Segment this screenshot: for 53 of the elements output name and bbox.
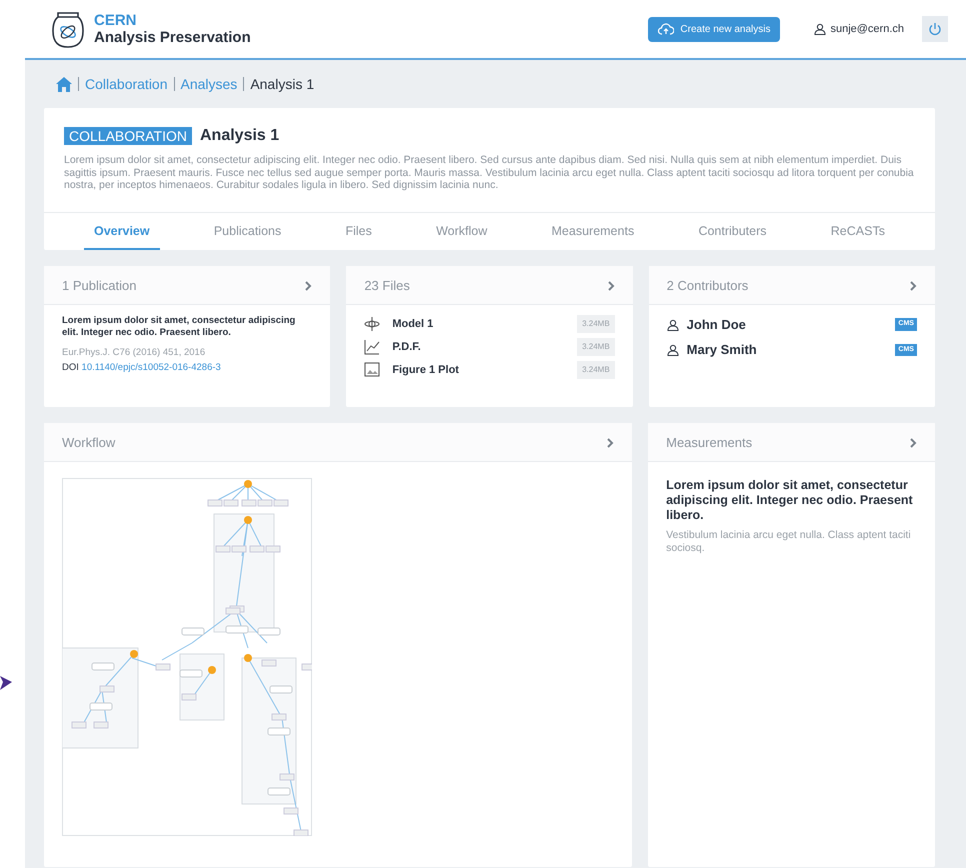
- tab[interactable]: Workflow: [426, 212, 498, 250]
- chevron-right-icon[interactable]: [607, 438, 614, 448]
- file-name[interactable]: Figure 1 Plot: [392, 362, 566, 378]
- app-title: Analysis Preservation: [94, 28, 251, 46]
- power-button[interactable]: [922, 16, 948, 42]
- user-icon: [666, 318, 679, 330]
- card-title: 1 Publication: [62, 277, 136, 296]
- tab[interactable]: Publications: [204, 212, 292, 250]
- tab[interactable]: Contributers: [688, 212, 777, 250]
- breadcrumb-current: Analysis 1: [250, 74, 314, 94]
- user-icon: [666, 344, 679, 356]
- model-icon: [364, 316, 380, 332]
- home-icon[interactable]: [56, 76, 72, 92]
- line-chart-icon: [364, 338, 380, 355]
- breadcrumb-link[interactable]: Collaboration: [85, 74, 168, 94]
- breadcrumb-link[interactable]: Analyses: [180, 74, 238, 94]
- collaboration-tag: COLLABORATION: [64, 127, 192, 145]
- analysis-title: Analysis 1: [200, 126, 280, 146]
- doi-line: DOI 10.1140/epjc/s10052-016-4286-3: [62, 361, 222, 375]
- cloud-upload-icon: [658, 23, 674, 35]
- doi-link[interactable]: 10.1140/epjc/s10052-016-4286-3: [82, 362, 221, 373]
- logo-icon: [52, 9, 84, 49]
- publication-text: Lorem ipsum dolor sit amet, consectetur adipiscing elit. Integer nec odio. Praesent libero.: [62, 314, 296, 339]
- tab[interactable]: Measurements: [542, 212, 644, 250]
- analysis-description: Lorem ipsum dolor sit amet, consectetur adipiscing elit. Integer nec odio. Praesent libero. Sed cursus ante dapibus diam. Sed nisi. Nulla quis sem at nibh elementum imperdiet. Duis sagittis ipsum. Praesent mauris. Fusce nec tellus sed augue semper porta. Mauris massa. Vestibulum lacinia arcu eget nulla. Class aptent taciti sociosqu ad litora torquent per conubia nostra, per inceptos himenaeos. Curabitur sodales ligula in libero. Sed dignissim lacinia nunc.: [64, 154, 915, 192]
- card-title: Workflow: [62, 434, 116, 452]
- card-title: Measurements: [666, 434, 752, 452]
- file-size: 3.24MB: [577, 338, 615, 356]
- tab[interactable]: Files: [335, 212, 382, 250]
- measurement-text: Vestibulum lacinia arcu eget nulla. Class aptent taciti sociosq.: [666, 528, 912, 555]
- power-icon: [928, 22, 942, 36]
- file-size: 3.24MB: [577, 314, 615, 333]
- image-icon: [364, 362, 380, 378]
- contributor-name[interactable]: John Doe: [686, 314, 888, 334]
- card-title: 23 Files: [364, 277, 410, 296]
- file-name[interactable]: Model 1: [392, 316, 566, 332]
- user-icon: [814, 23, 826, 35]
- chevron-right-icon[interactable]: [305, 281, 312, 291]
- tab[interactable]: ReCASTs: [820, 212, 895, 250]
- pointer-icon: [0, 676, 12, 690]
- measurement-summary: Lorem ipsum dolor sit amet, consectetur adipiscing elit. Integer nec odio. Praesent libero.: [666, 478, 914, 523]
- citation: Eur.Phys.J. C76 (2016) 451, 2016: [62, 346, 206, 360]
- chevron-right-icon[interactable]: [910, 281, 917, 291]
- file-size: 3.24MB: [577, 360, 615, 379]
- logo-text: CERN: [94, 12, 138, 28]
- file-name[interactable]: P.D.F.: [392, 338, 566, 355]
- card-title: 2 Contributors: [666, 277, 748, 296]
- tab[interactable]: Overview: [84, 212, 160, 250]
- chevron-right-icon[interactable]: [608, 281, 615, 291]
- contributor-name[interactable]: Mary Smith: [686, 340, 888, 360]
- chevron-right-icon[interactable]: [910, 438, 917, 448]
- user-email[interactable]: sunje@cern.ch: [830, 20, 904, 38]
- create-analysis-button[interactable]: Create new analysis: [648, 16, 780, 42]
